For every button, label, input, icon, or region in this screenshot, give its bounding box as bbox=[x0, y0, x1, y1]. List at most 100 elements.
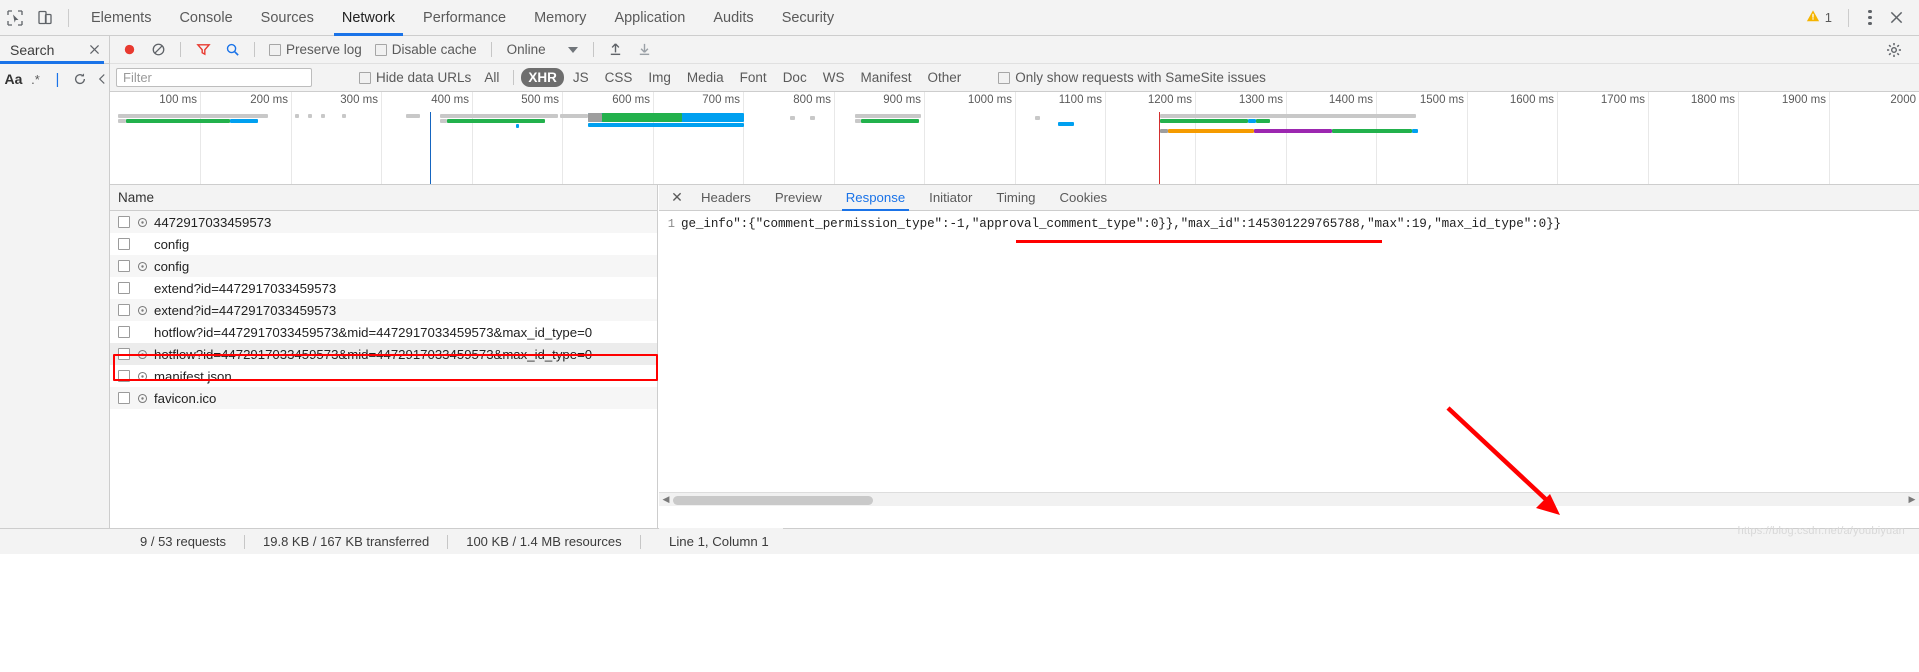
status-resources: 100 KB / 1.4 MB resources bbox=[466, 534, 622, 549]
tab-audits[interactable]: Audits bbox=[699, 0, 767, 36]
hide-data-urls-checkbox[interactable]: Hide data URLs bbox=[354, 70, 476, 85]
close-detail-icon[interactable]: ✕ bbox=[665, 186, 689, 210]
tab-response[interactable]: Response bbox=[834, 185, 917, 211]
chevron-down-icon bbox=[567, 46, 578, 53]
tab-sources[interactable]: Sources bbox=[247, 0, 328, 36]
request-name: config bbox=[154, 236, 190, 252]
network-toolbar-right bbox=[1881, 38, 1913, 62]
filter-type-manifest[interactable]: Manifest bbox=[853, 68, 918, 87]
filter-type-ws[interactable]: WS bbox=[816, 68, 852, 87]
inspect-element-icon[interactable] bbox=[0, 3, 30, 33]
tab-performance[interactable]: Performance bbox=[409, 0, 520, 36]
tab-cookies[interactable]: Cookies bbox=[1048, 185, 1120, 211]
overview-tick: 800 ms bbox=[793, 92, 835, 184]
throttling-dropdown[interactable]: Online bbox=[501, 42, 584, 57]
clear-requests-button[interactable] bbox=[145, 38, 171, 62]
table-row[interactable]: favicon.ico bbox=[110, 387, 657, 409]
tab-memory[interactable]: Memory bbox=[520, 0, 600, 36]
warning-indicator[interactable]: 1 bbox=[1800, 9, 1838, 26]
samesite-issues-checkbox[interactable]: Only show requests with SameSite issues bbox=[993, 70, 1271, 85]
toolbar-divider-2 bbox=[254, 42, 255, 57]
overview-tick-label: 600 ms bbox=[612, 94, 650, 106]
match-case-icon[interactable]: Aa bbox=[5, 68, 23, 90]
row-checkbox[interactable] bbox=[118, 348, 130, 360]
overview-tick-label: 1000 ms bbox=[967, 94, 1012, 106]
table-row[interactable]: config bbox=[110, 233, 657, 255]
row-checkbox[interactable] bbox=[118, 238, 130, 250]
overview-band-green-6 bbox=[1256, 119, 1270, 123]
gear-icon[interactable] bbox=[1881, 38, 1907, 62]
overview-tick-label: 800 ms bbox=[793, 94, 831, 106]
overview-dot-4 bbox=[342, 114, 346, 118]
refresh-icon[interactable] bbox=[72, 68, 87, 90]
device-toolbar-icon[interactable] bbox=[30, 3, 60, 33]
preserve-log-checkbox[interactable]: Preserve log bbox=[264, 42, 367, 57]
row-checkbox[interactable] bbox=[118, 282, 130, 294]
overview-tick: 1700 ms bbox=[1601, 92, 1649, 184]
overview-tick: 1100 ms bbox=[1059, 92, 1106, 184]
table-row[interactable]: extend?id=4472917033459573 bbox=[110, 299, 657, 321]
network-overview[interactable]: 100 ms 200 ms 300 ms 400 ms 500 ms 600 ms 700 … bbox=[110, 92, 1919, 185]
row-checkbox[interactable] bbox=[118, 370, 130, 382]
close-devtools-icon[interactable] bbox=[1883, 5, 1909, 31]
response-hscrollbar[interactable]: ◀ ▶ bbox=[659, 492, 1919, 506]
row-checkbox[interactable] bbox=[118, 326, 130, 338]
overview-dot-6 bbox=[810, 116, 815, 120]
request-name: hotflow?id=4472917033459573&mid=44729170… bbox=[154, 324, 593, 340]
filter-type-other[interactable]: Other bbox=[920, 68, 968, 87]
table-row[interactable]: hotflow?id=4472917033459573&mid=44729170… bbox=[110, 343, 657, 365]
tab-timing[interactable]: Timing bbox=[984, 185, 1047, 211]
overview-tick-label: 2000 bbox=[1890, 94, 1916, 106]
scrollbar-thumb[interactable] bbox=[673, 496, 873, 505]
table-row[interactable]: config bbox=[110, 255, 657, 277]
tab-initiator[interactable]: Initiator bbox=[917, 185, 984, 211]
close-search-icon[interactable] bbox=[88, 43, 101, 56]
table-row[interactable]: 4472917033459573 bbox=[110, 211, 657, 233]
table-row[interactable]: extend?id=4472917033459573 bbox=[110, 277, 657, 299]
tab-elements[interactable]: Elements bbox=[77, 0, 165, 36]
tab-application[interactable]: Application bbox=[600, 0, 699, 36]
table-row[interactable]: manifest.json bbox=[110, 365, 657, 387]
row-checkbox[interactable] bbox=[118, 304, 130, 316]
overview-band-blue-6 bbox=[1248, 119, 1256, 123]
export-har-button[interactable] bbox=[632, 38, 658, 62]
clear-search-icon[interactable] bbox=[94, 68, 109, 90]
row-checkbox[interactable] bbox=[118, 392, 130, 404]
network-status-bar: 9 / 53 requests 19.8 KB / 167 KB transfe… bbox=[110, 528, 1919, 554]
import-har-button[interactable] bbox=[603, 38, 629, 62]
filter-input[interactable] bbox=[116, 68, 312, 87]
use-regex-icon[interactable]: .* bbox=[28, 68, 43, 90]
filter-type-img[interactable]: Img bbox=[641, 68, 678, 87]
record-button[interactable] bbox=[116, 38, 142, 62]
overview-tick-label: 1300 ms bbox=[1238, 94, 1283, 106]
tab-preview[interactable]: Preview bbox=[763, 185, 834, 211]
filter-type-doc[interactable]: Doc bbox=[776, 68, 814, 87]
filter-type-font[interactable]: Font bbox=[733, 68, 774, 87]
scroll-right-icon[interactable]: ▶ bbox=[1905, 493, 1919, 507]
filter-type-js[interactable]: JS bbox=[566, 68, 596, 87]
filter-type-all[interactable]: All bbox=[477, 68, 506, 87]
disable-cache-checkbox[interactable]: Disable cache bbox=[370, 42, 482, 57]
row-checkbox[interactable] bbox=[118, 260, 130, 272]
overview-tick: 300 ms bbox=[340, 92, 382, 184]
tab-security[interactable]: Security bbox=[768, 0, 848, 36]
response-body[interactable]: 1 ge_info":{"comment_permission_type":-1… bbox=[659, 211, 1919, 506]
tab-headers[interactable]: Headers bbox=[689, 185, 763, 211]
overview-band-green-5 bbox=[1160, 119, 1248, 123]
search-requests-button[interactable] bbox=[219, 38, 245, 62]
more-options-icon[interactable] bbox=[1859, 7, 1881, 29]
filter-type-media[interactable]: Media bbox=[680, 68, 731, 87]
tabbar-divider bbox=[68, 8, 69, 27]
overview-tick: 900 ms bbox=[883, 92, 925, 184]
tabbar-right-controls: 1 bbox=[1800, 5, 1919, 31]
scroll-left-icon[interactable]: ◀ bbox=[659, 493, 673, 507]
filter-type-xhr[interactable]: XHR bbox=[521, 68, 564, 87]
filter-type-css[interactable]: CSS bbox=[598, 68, 640, 87]
filter-toggle-button[interactable] bbox=[190, 38, 216, 62]
table-row[interactable]: hotflow?id=4472917033459573&mid=44729170… bbox=[110, 321, 657, 343]
request-list[interactable]: Name 4472917033459573 config config extend?… bbox=[110, 185, 658, 528]
request-type-icon bbox=[136, 370, 148, 382]
tab-console[interactable]: Console bbox=[165, 0, 246, 36]
row-checkbox[interactable] bbox=[118, 216, 130, 228]
tab-network[interactable]: Network bbox=[328, 0, 409, 36]
